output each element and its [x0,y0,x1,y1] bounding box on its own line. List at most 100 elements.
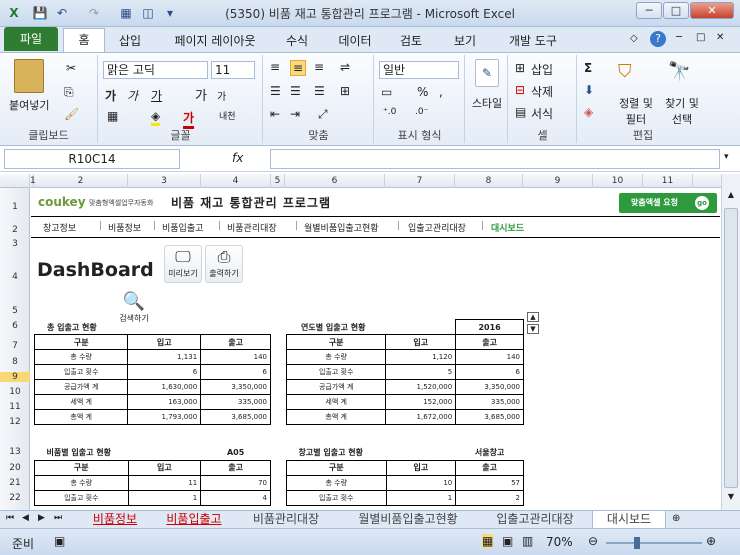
page-layout-icon[interactable]: ▣ [502,534,513,548]
select-all-corner[interactable] [0,174,30,188]
sort-filter-button[interactable]: 정렬 및 필터 [614,95,658,127]
row-header[interactable]: 3 [0,239,30,249]
insert-cells-button[interactable]: 삽입 [531,61,553,78]
accounting-format-icon[interactable]: ▭ [381,85,392,99]
zoom-slider-thumb[interactable] [634,537,640,549]
bold-button[interactable]: 가 [105,87,116,104]
percent-button[interactable]: % [417,85,428,99]
search-button[interactable]: 🔍 검색하기 [115,291,153,329]
maximize-button[interactable]: □ [663,2,689,19]
ribbon-minimize-icon[interactable]: ─ [676,32,682,43]
align-middle-icon[interactable]: ≡ [290,60,307,76]
align-top-icon[interactable]: ≡ [270,60,280,74]
italic-button[interactable]: 가 [127,87,138,104]
sheet-tab-dashboard[interactable]: 대시보드 [592,511,666,529]
tab-home[interactable]: 홈 [63,28,105,53]
vertical-scrollbar[interactable]: ▲ ▼ [721,174,740,510]
column-header[interactable]: 3 [128,174,201,188]
align-center-icon[interactable]: ☰ [290,84,301,98]
custom-request-button[interactable]: 맞춤엑셀 요청 go [619,193,717,213]
number-format-select[interactable]: 일반 [379,61,459,79]
sort-filter-icon[interactable]: ⛉ [618,61,632,82]
row-header[interactable]: 21 [0,478,30,488]
style-button[interactable]: 스타일 [466,95,508,111]
row-header[interactable]: 10 [0,387,30,397]
find-select-icon[interactable]: 🔭 [668,61,690,82]
tab-data[interactable]: 데이터 [335,31,375,52]
warehouse-name[interactable]: 서울창고 [455,445,524,461]
tab-view[interactable]: 보기 [450,31,480,52]
row-header[interactable]: 11 [0,402,30,412]
year-up-icon[interactable]: ▲ [527,312,539,322]
year-value[interactable]: 2016 [455,319,524,335]
menu-monthly-status[interactable]: 월별비품입출고현황 [304,221,379,234]
form-icon[interactable]: ▦ [118,5,134,21]
scroll-up-icon[interactable]: ▲ [724,190,738,204]
column-header[interactable]: 2 [34,174,128,188]
item-code[interactable]: A05 [200,445,271,461]
row-header[interactable]: 4 [0,272,30,282]
column-header[interactable]: 8 [455,174,523,188]
row-header[interactable]: 20 [0,463,30,473]
column-header[interactable]: 11 [643,174,693,188]
underline-button[interactable]: 가 [151,87,162,104]
menu-item-info[interactable]: 비품정보 [108,221,141,234]
preview-button[interactable]: 🖵 미리보기 [164,245,202,283]
border-icon[interactable]: ▦ [107,109,118,123]
row-header[interactable]: 22 [0,493,30,503]
row-header[interactable]: 2 [0,225,30,235]
tab-review[interactable]: 검토 [396,31,426,52]
column-header[interactable]: 4 [201,174,271,188]
year-down-icon[interactable]: ▼ [527,324,539,334]
increase-decimal-icon[interactable]: ⁺.0 [383,107,396,117]
format-cells-button[interactable]: 서식 [531,105,553,122]
last-sheet-icon[interactable]: ⏭ [54,513,62,523]
minimize-button[interactable]: ─ [636,2,662,19]
row-header[interactable]: 5 [0,306,30,316]
prev-sheet-icon[interactable]: ◀ [22,513,29,523]
name-box[interactable]: R10C14 [4,149,180,169]
tab-file[interactable]: 파일 [4,27,58,51]
sheet-tab-inout-ledger[interactable]: 입출고관리대장 [482,511,588,529]
row-header[interactable]: 6 [0,321,30,331]
row-header[interactable]: 8 [0,357,30,367]
zoom-slider[interactable] [606,542,702,544]
paste-icon[interactable] [14,59,44,93]
ribbon-restore-icon[interactable]: □ [696,32,705,43]
comma-style-icon[interactable]: , [439,85,443,99]
save-icon[interactable]: 💾 [32,5,48,21]
fill-icon[interactable]: ⬇ [584,83,594,97]
scroll-thumb[interactable] [724,208,738,488]
find-select-button[interactable]: 찾기 및 선택 [660,95,704,127]
decrease-indent-icon[interactable]: ⇤ [270,107,280,121]
normal-view-icon[interactable]: ▦ [482,534,494,548]
macro-record-icon[interactable]: ▣ [54,534,65,548]
delete-cells-icon[interactable]: ⊟ [515,83,525,97]
first-sheet-icon[interactable]: ⏮ [6,513,14,523]
zoom-out-icon[interactable]: ⊖ [588,534,598,548]
grow-font-button[interactable]: 가 [195,85,207,104]
sheet-tab-item-inout[interactable]: 비품입출고 [154,511,234,529]
scroll-down-icon[interactable]: ▼ [724,492,738,506]
copy-icon[interactable]: ⎘ [64,85,74,100]
style-icon[interactable]: ✎ [475,59,499,87]
wrap-text-icon[interactable]: ⇌ [340,60,350,74]
print-button[interactable]: ⎙ 출력하기 [205,245,243,283]
column-header[interactable]: 5 [271,174,285,188]
help-icon[interactable]: ? [650,31,666,47]
font-name-select[interactable]: 맑은 고딕 [103,61,208,79]
phonetic-icon[interactable]: 내천 [219,109,236,122]
row-header[interactable]: 7 [0,341,30,351]
row-header[interactable]: 13 [0,447,30,457]
merge-center-icon[interactable]: ⊞ [340,84,350,98]
expand-formula-icon[interactable]: ▾ [724,152,729,162]
undo-icon[interactable]: ↶ [54,5,70,21]
insert-function-button[interactable]: fx [232,151,243,165]
fill-color-icon[interactable]: ◈ [151,109,161,126]
menu-warehouse-info[interactable]: 창고정보 [43,221,76,234]
zoom-in-icon[interactable]: ⊕ [706,534,716,548]
worksheet[interactable]: coukey 맞춤형엑셀업무자동화 비품 재고 통합관리 프로그램 맞춤엑셀 요… [31,188,720,510]
redo-icon[interactable]: ↷ [86,5,102,21]
format-painter-icon[interactable]: 🖌 [64,107,79,121]
align-bottom-icon[interactable]: ≡ [314,60,324,74]
